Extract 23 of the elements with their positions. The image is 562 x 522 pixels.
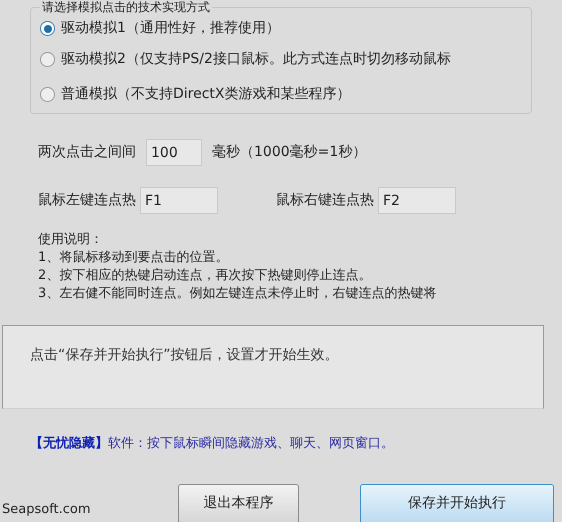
promo-link[interactable]: 【无忧隐藏】软件：按下鼠标瞬间隐藏游戏、聊天、网页窗口。 bbox=[30, 434, 394, 454]
radio-button[interactable] bbox=[40, 52, 55, 67]
instruction-text: 使用说明： bbox=[38, 231, 104, 249]
radio-label: 普通模拟（不支持DirectX类游戏和某些程序） bbox=[61, 85, 351, 104]
button[interactable]: 退出本程序 bbox=[178, 484, 299, 522]
input-field[interactable]: F2 bbox=[378, 187, 456, 214]
field-label: 两次点击之间间 bbox=[38, 143, 136, 162]
footer-text: Seapsoft.com bbox=[2, 501, 91, 519]
input-field[interactable]: F1 bbox=[140, 187, 218, 214]
field-label: 鼠标右键连点热 bbox=[276, 191, 374, 210]
instruction-text: 2、按下相应的热键启动连点，再次按下热键则停止连点。 bbox=[38, 267, 372, 285]
instruction-text: 3、左右健不能同时连点。例如左键连点未停止时，右键连点的热键将 bbox=[38, 285, 436, 303]
group-label: 请选择模拟点击的技术实现方式 bbox=[40, 0, 212, 14]
radio-label: 驱动模拟2（仅支持PS/2接口鼠标。此方式连点时切勿移动鼠标 bbox=[61, 50, 451, 69]
unit-label: 毫秒（1000毫秒=1秒） bbox=[212, 143, 366, 162]
input-field[interactable]: 100 bbox=[146, 139, 202, 166]
radio-button[interactable] bbox=[40, 87, 55, 102]
notice-text: 点击“保存并开始执行”按钮后，设置才开始生效。 bbox=[30, 346, 339, 365]
radio-button[interactable] bbox=[40, 21, 55, 36]
radio-label: 驱动模拟1（通用性好，推荐使用） bbox=[61, 19, 280, 38]
field-label: 鼠标左键连点热 bbox=[38, 191, 136, 210]
button[interactable]: 保存并开始执行 bbox=[360, 484, 554, 522]
instruction-text: 1、将鼠标移动到要点击的位置。 bbox=[38, 249, 230, 267]
